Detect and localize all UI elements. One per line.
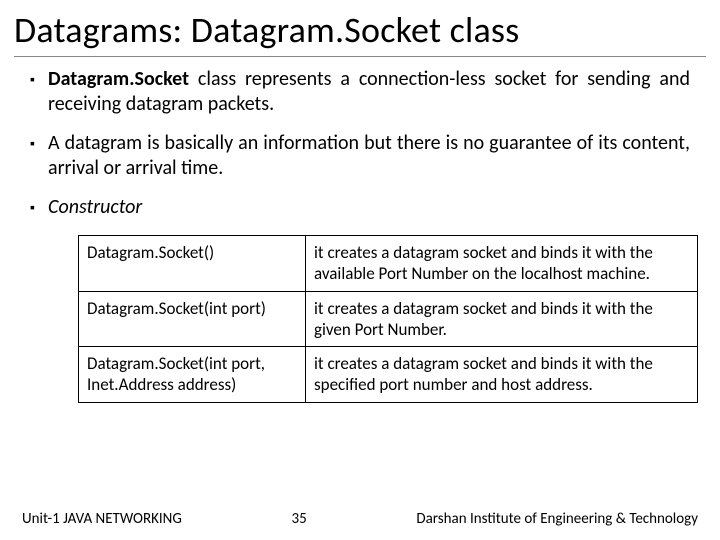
slide-title: Datagrams: Datagram.Socket class (0, 0, 720, 54)
bullet-item: ▪ A datagram is basically an information… (30, 131, 690, 181)
bullet-icon: ▪ (30, 131, 48, 181)
bullet-item: ▪ Constructor (30, 195, 690, 221)
bullet-text: Constructor (48, 195, 690, 221)
bullet-icon: ▪ (30, 67, 48, 117)
table-row: Datagram.Socket(int port) it creates a d… (79, 291, 698, 347)
footer-left: Unit-1 JAVA NETWORKING (22, 510, 182, 528)
table-cell: Datagram.Socket() (79, 236, 306, 292)
title-divider (14, 56, 706, 57)
slide: Datagrams: Datagram.Socket class ▪ Datag… (0, 0, 720, 540)
constructor-table: Datagram.Socket() it creates a datagram … (78, 235, 698, 403)
table-cell: it creates a datagram socket and binds i… (306, 236, 698, 292)
bullet-bold: Datagram.Socket (48, 67, 189, 91)
table-cell: Datagram.Socket(int port, Inet.Address a… (79, 347, 306, 403)
table-row: Datagram.Socket(int port, Inet.Address a… (79, 347, 698, 403)
table-cell: Datagram.Socket(int port) (79, 291, 306, 347)
table-cell: it creates a datagram socket and binds i… (306, 291, 698, 347)
bullet-text: A datagram is basically an information b… (48, 131, 690, 181)
bullet-icon: ▪ (30, 195, 48, 221)
footer-page-number: 35 (182, 510, 417, 528)
slide-footer: Unit-1 JAVA NETWORKING 35 Darshan Instit… (0, 510, 720, 528)
table-row: Datagram.Socket() it creates a datagram … (79, 236, 698, 292)
footer-right: Darshan Institute of Engineering & Techn… (416, 510, 698, 528)
slide-body: ▪ Datagram.Socket class represents a con… (0, 67, 720, 403)
table-cell: it creates a datagram socket and binds i… (306, 347, 698, 403)
bullet-text: Datagram.Socket class represents a conne… (48, 67, 690, 117)
bullet-item: ▪ Datagram.Socket class represents a con… (30, 67, 690, 117)
